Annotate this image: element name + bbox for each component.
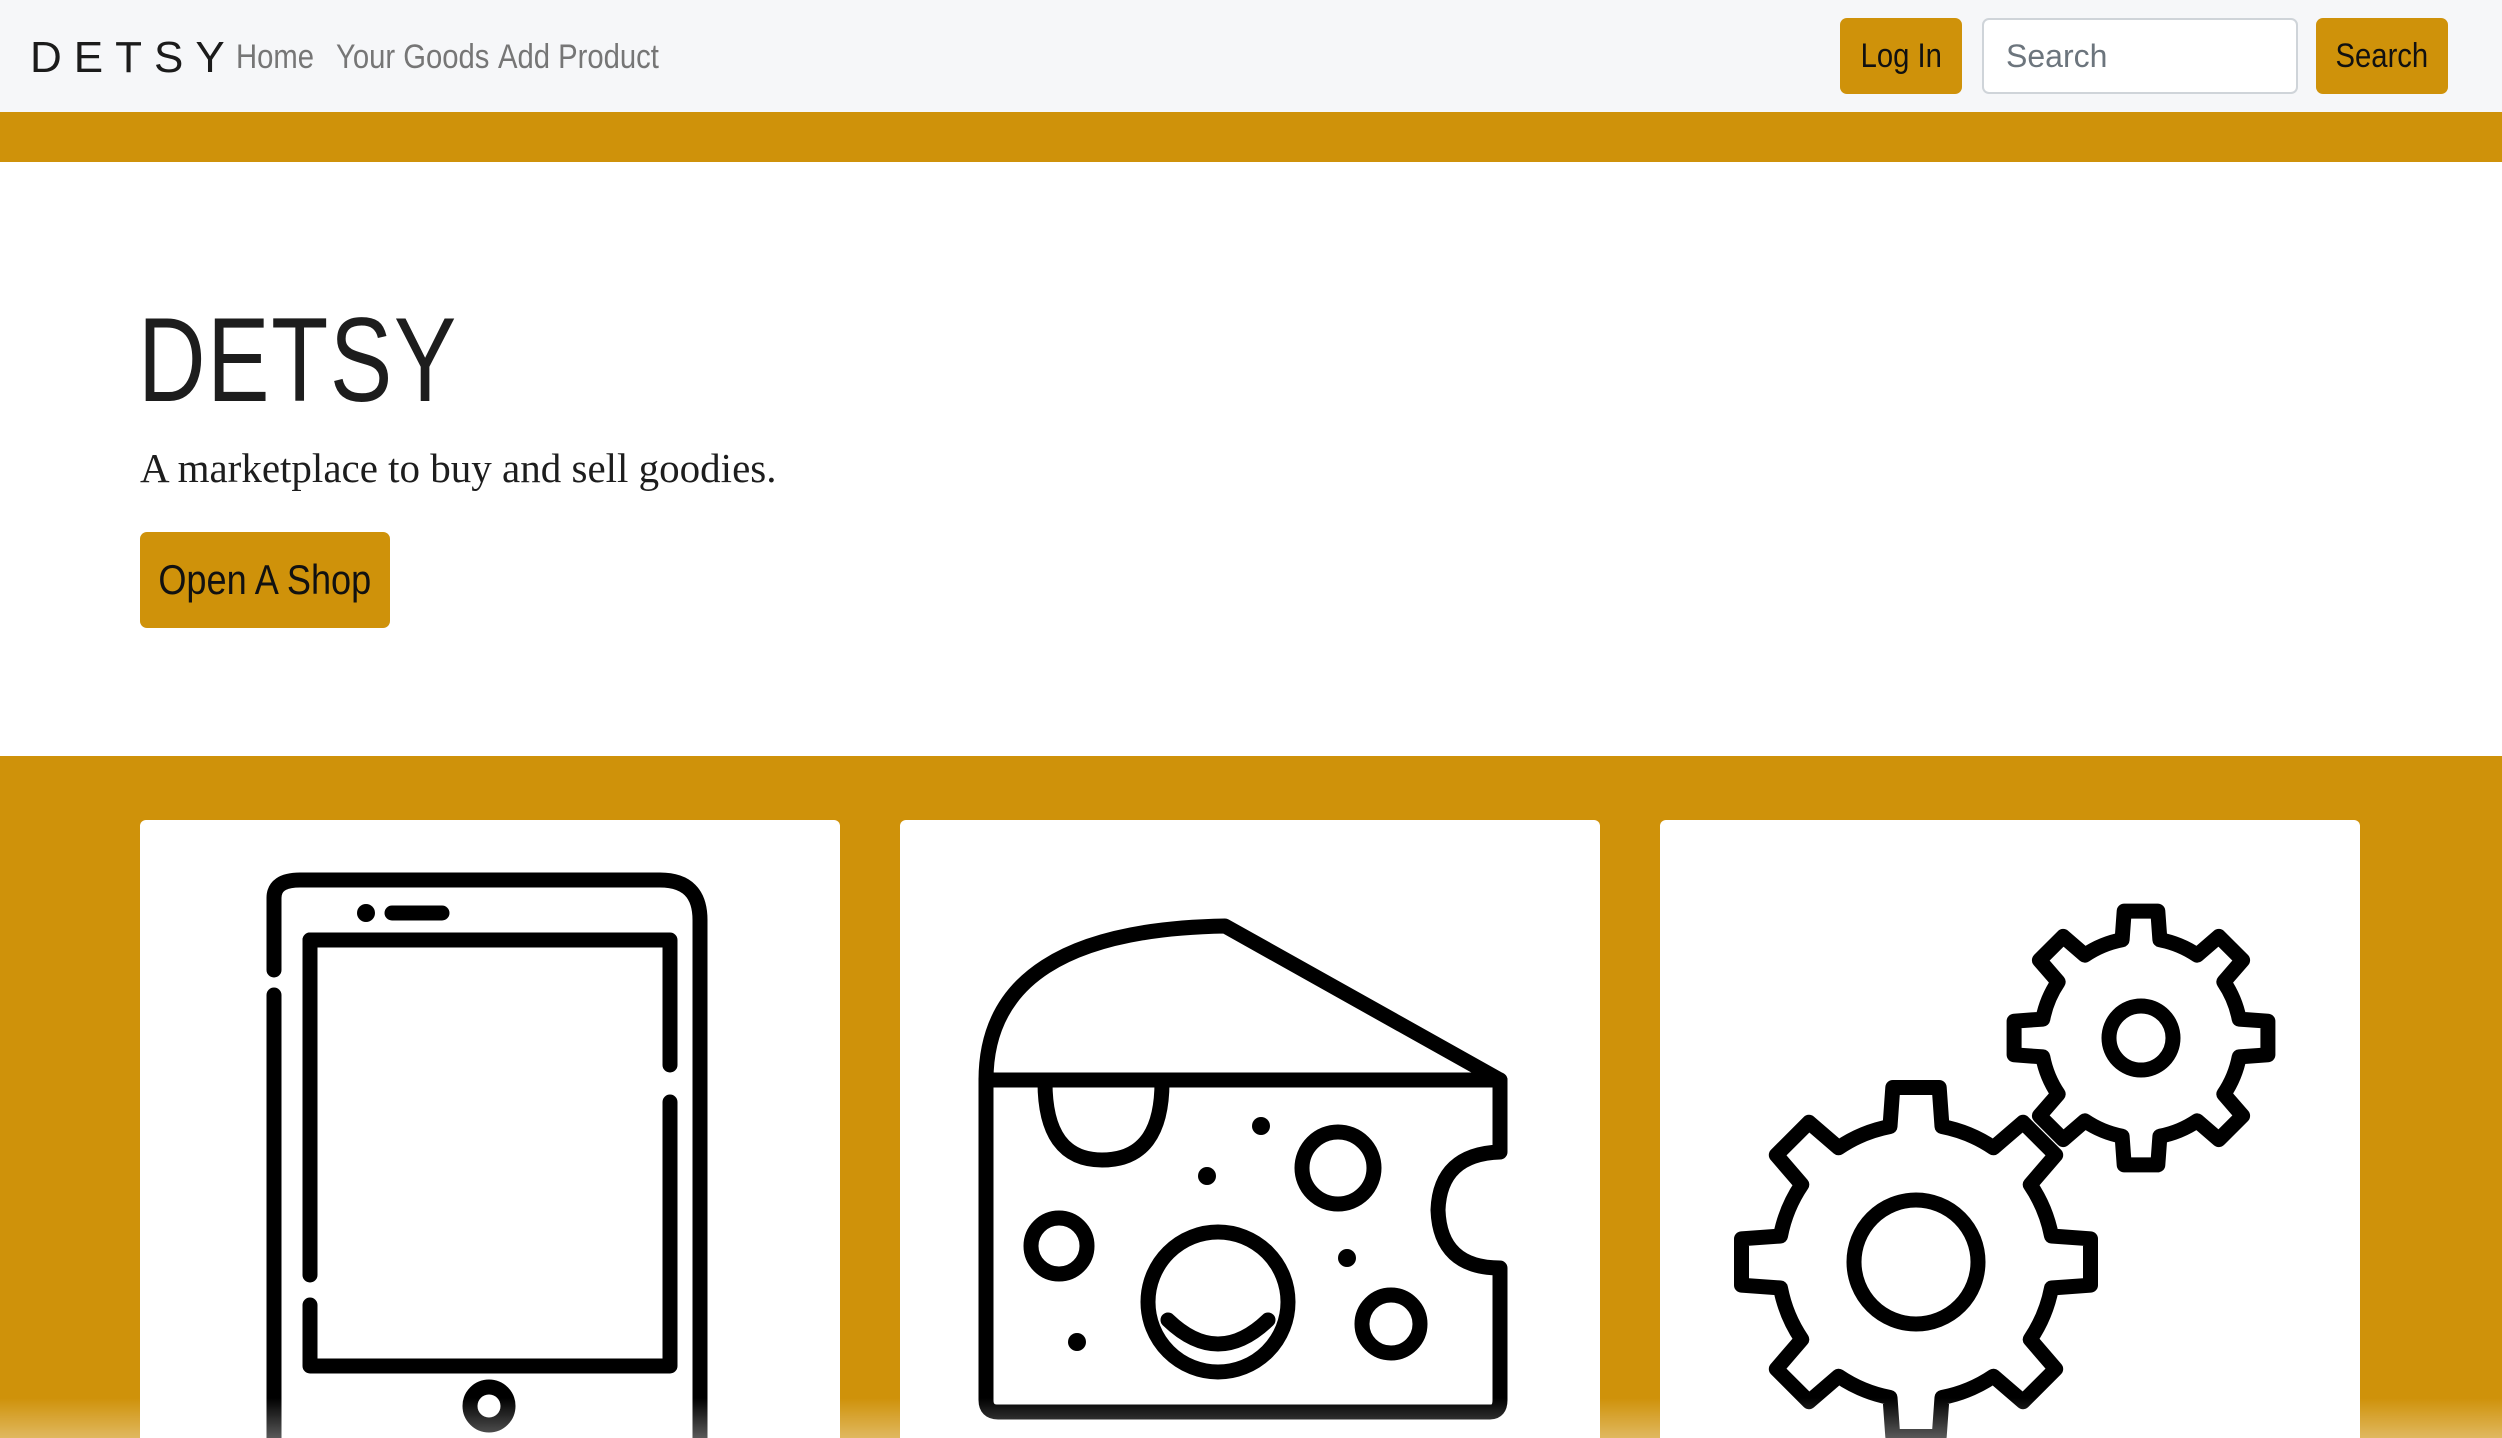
open-shop-button[interactable]: Open A Shop (140, 532, 390, 628)
cheese-icon (978, 918, 1508, 1420)
tablet-icon (266, 872, 708, 1438)
category-card-tablet[interactable] (140, 820, 840, 1438)
category-card-gears[interactable] (1660, 820, 2360, 1438)
brand-logo[interactable]: DETSY (30, 28, 237, 88)
hero-subtitle: A marketplace to buy and sell goodies. (140, 445, 777, 491)
nav-link-add-product[interactable]: Add Product (498, 30, 659, 84)
login-button-label: Log In (1860, 36, 1942, 75)
hero-title: DETSY (138, 293, 458, 427)
nav-link-home[interactable]: Home (236, 30, 314, 84)
top-navbar: DETSY Home Your Goods Add Product Log In… (0, 0, 2502, 112)
search-button[interactable]: Search (2316, 18, 2448, 94)
search-button-label: Search (2335, 36, 2429, 75)
login-button[interactable]: Log In (1840, 18, 1962, 94)
gears-icon (1734, 903, 2276, 1438)
accent-strip (0, 112, 2502, 162)
nav-link-your-goods[interactable]: Your Goods (336, 30, 489, 84)
search-input[interactable] (1982, 18, 2298, 94)
category-card-cheese[interactable] (900, 820, 1600, 1438)
open-shop-button-label: Open A Shop (158, 556, 372, 603)
